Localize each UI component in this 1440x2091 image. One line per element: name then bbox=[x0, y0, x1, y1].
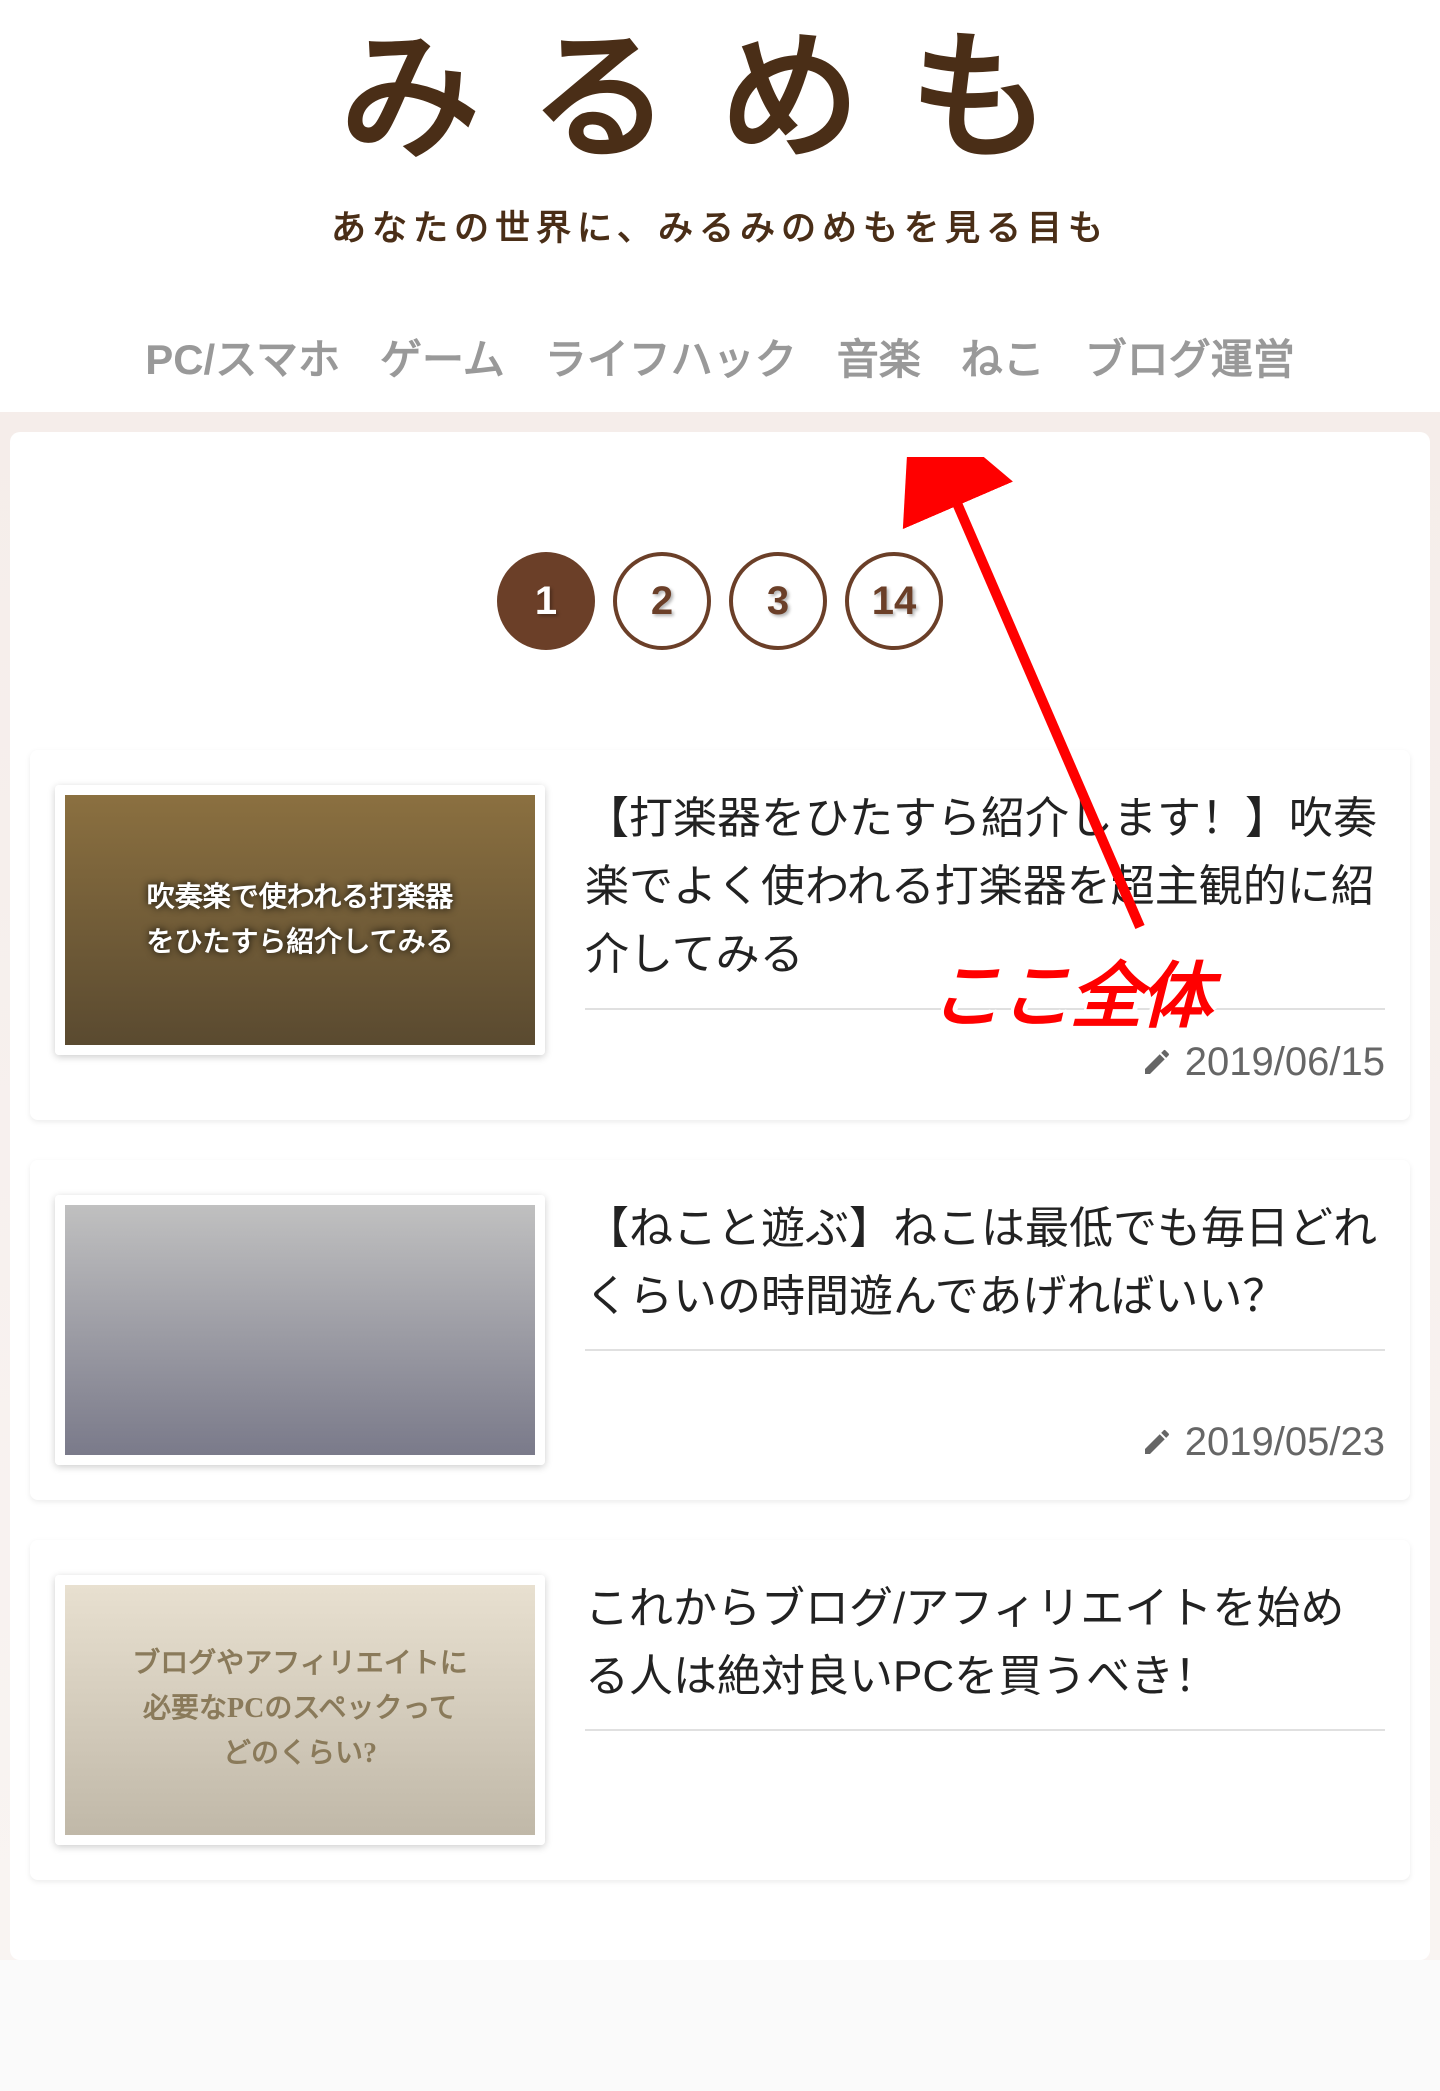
page-2-button[interactable]: 2 bbox=[613, 552, 711, 650]
article-thumbnail: 吹奏楽で使われる打楽器をひたすら紹介してみる bbox=[55, 785, 545, 1055]
nav-item-game[interactable]: ゲーム bbox=[380, 326, 505, 387]
edit-icon bbox=[1141, 1426, 1173, 1458]
nav-item-lifehack[interactable]: ライフハック bbox=[545, 326, 797, 387]
tagline: あなたの世界に、みるみのめもを見る目も bbox=[0, 200, 1440, 251]
main-content: ここ全体 1 2 3 14 吹奏楽で使われる打楽器をひたすら紹介してみる 【打楽… bbox=[10, 432, 1430, 1960]
thumbnail-text bbox=[290, 1320, 310, 1340]
page-3-button[interactable]: 3 bbox=[729, 552, 827, 650]
article-card[interactable]: 【ねこと遊ぶ】ねこは最低でも毎日どれくらいの時間遊んであげればいい？ 2019/… bbox=[30, 1160, 1410, 1500]
article-title: 【打楽器をひたすら紹介します！】吹奏楽でよく使われる打楽器を超主観的に紹介してみ… bbox=[585, 785, 1385, 1010]
date-text: 2019/06/15 bbox=[1185, 1040, 1385, 1085]
site-title[interactable]: みるめも bbox=[0, 30, 1440, 170]
thumbnail-text: 吹奏楽で使われる打楽器をひたすら紹介してみる bbox=[136, 865, 463, 975]
thumbnail-text: ブログやアフィリエイトに必要なPCのスペックってどのくらい? bbox=[122, 1632, 477, 1786]
nav-item-cat[interactable]: ねこ bbox=[961, 326, 1045, 387]
main-nav: PC/スマホ ゲーム ライフハック 音楽 ねこ ブログ運営 bbox=[0, 301, 1440, 412]
article-thumbnail: ブログやアフィリエイトに必要なPCのスペックってどのくらい? bbox=[55, 1575, 545, 1845]
nav-item-blog[interactable]: ブログ運営 bbox=[1085, 326, 1295, 387]
article-card[interactable]: ブログやアフィリエイトに必要なPCのスペックってどのくらい? これからブログ/ア… bbox=[30, 1540, 1410, 1880]
article-title: これからブログ/アフィリエイトを始める人は絶対良いPCを買うべき！ bbox=[585, 1575, 1385, 1731]
article-date: 2019/06/15 bbox=[585, 1040, 1385, 1085]
edit-icon bbox=[1141, 1046, 1173, 1078]
article-thumbnail bbox=[55, 1195, 545, 1465]
nav-item-pc[interactable]: PC/スマホ bbox=[145, 326, 340, 387]
article-title: 【ねこと遊ぶ】ねこは最低でも毎日どれくらいの時間遊んであげればいい？ bbox=[585, 1195, 1385, 1351]
date-text: 2019/05/23 bbox=[1185, 1420, 1385, 1465]
page-14-button[interactable]: 14 bbox=[845, 552, 943, 650]
pagination: 1 2 3 14 bbox=[10, 472, 1430, 750]
article-date: 2019/05/23 bbox=[585, 1420, 1385, 1465]
page-1-button[interactable]: 1 bbox=[497, 552, 595, 650]
nav-item-music[interactable]: 音楽 bbox=[837, 326, 921, 387]
article-list: 吹奏楽で使われる打楽器をひたすら紹介してみる 【打楽器をひたすら紹介します！】吹… bbox=[10, 750, 1430, 1880]
article-card[interactable]: 吹奏楽で使われる打楽器をひたすら紹介してみる 【打楽器をひたすら紹介します！】吹… bbox=[30, 750, 1410, 1120]
